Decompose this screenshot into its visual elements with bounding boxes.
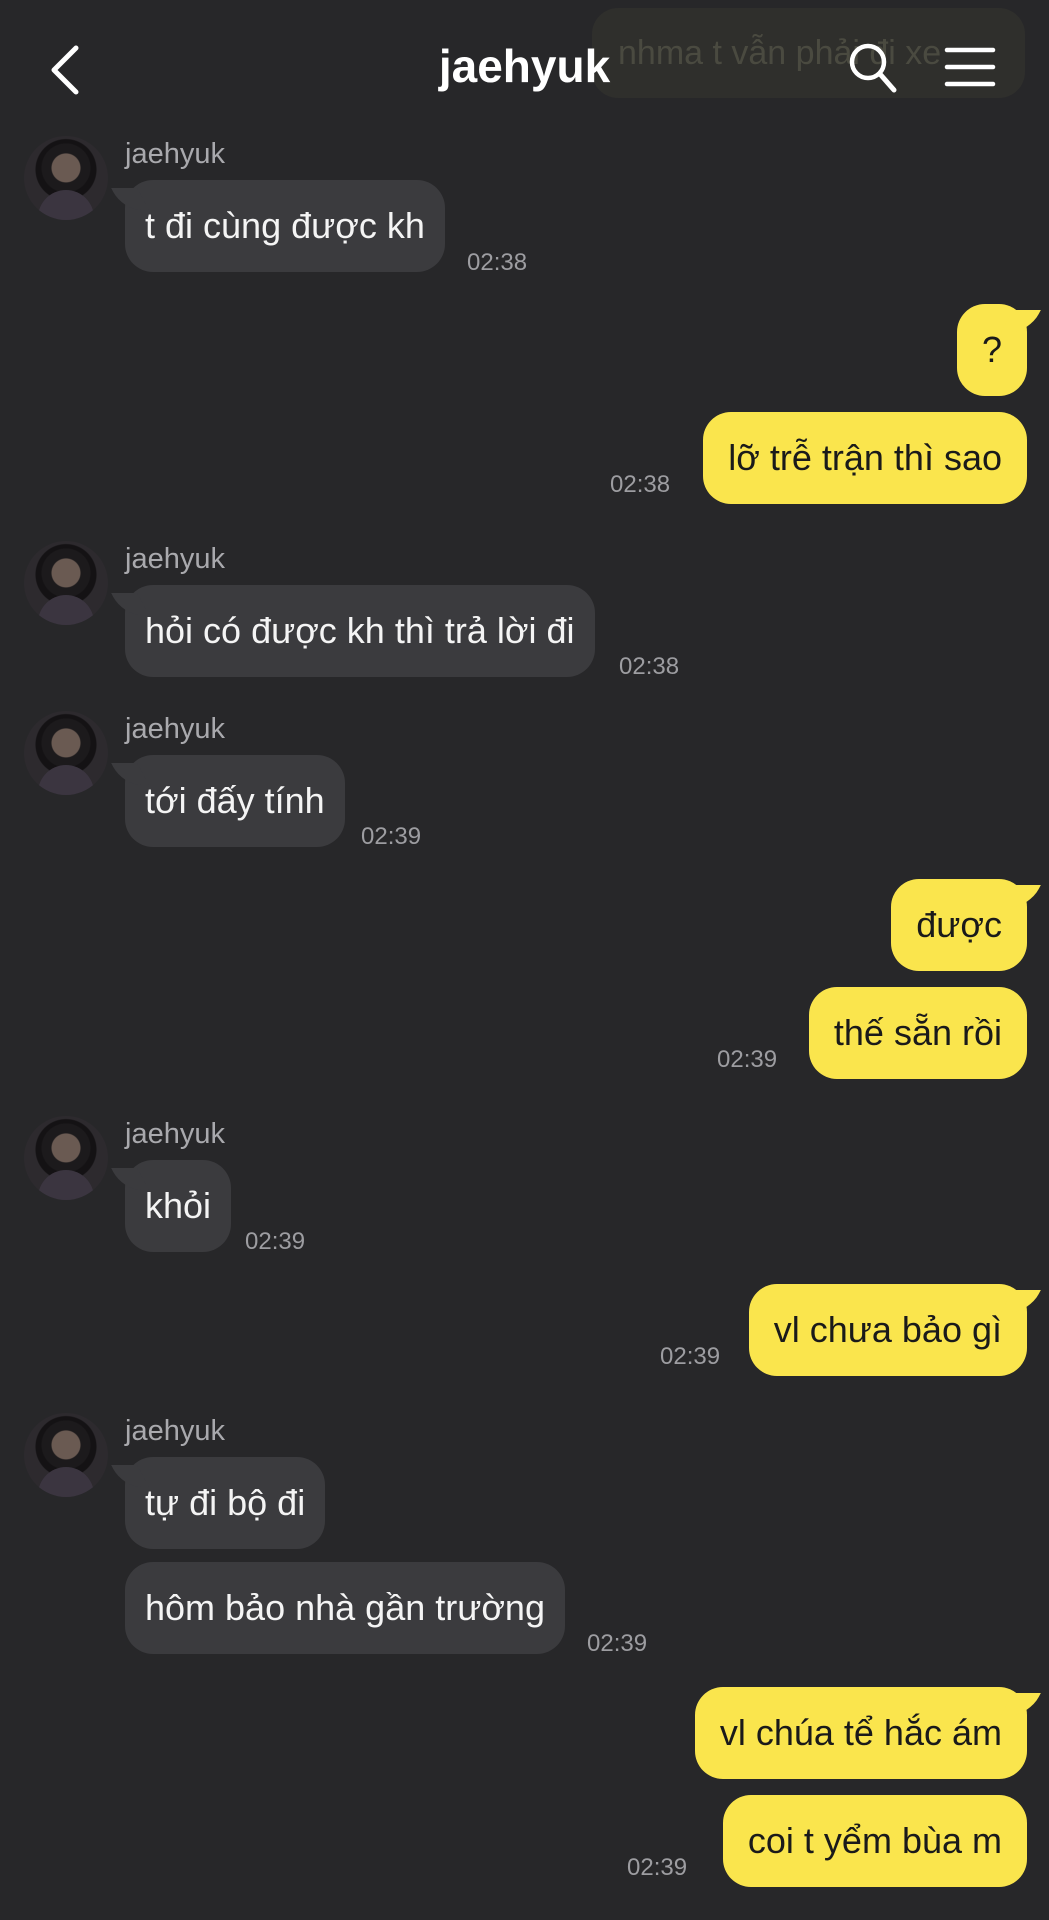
sent-message-bubble[interactable]: được [891,879,1027,971]
sender-name: jaehyuk [125,1415,225,1447]
search-icon[interactable] [846,40,898,94]
avatar[interactable] [24,1116,108,1200]
received-message-bubble[interactable]: hỏi có được kh thì trả lời đi [125,585,595,677]
message-timestamp: 02:39 [587,1630,648,1657]
sender-name: jaehyuk [125,543,225,575]
message-timestamp: 02:39 [361,823,422,850]
sender-name: jaehyuk [125,138,225,170]
chevron-left-icon[interactable] [40,40,90,100]
message-timestamp: 02:38 [467,249,528,276]
sender-name: jaehyuk [125,713,225,745]
sent-message-bubble[interactable]: coi t yểm bùa m [722,1795,1027,1887]
received-message-bubble[interactable]: tới đấy tính [125,755,345,847]
received-message-bubble[interactable]: hôm bảo nhà gần trường [125,1562,565,1654]
message-timestamp: 02:39 [245,1228,306,1255]
sent-message-bubble[interactable]: lỡ trễ trận thì sao [703,412,1027,504]
sent-message-bubble[interactable]: vl chưa bảo gì [748,1284,1027,1376]
received-message-bubble[interactable]: tự đi bộ đi [125,1457,326,1549]
sent-message-bubble[interactable]: ? [956,304,1027,396]
message-timestamp: 02:38 [610,471,671,498]
message-timestamp: 02:39 [717,1046,778,1073]
avatar[interactable] [24,541,108,625]
avatar[interactable] [24,711,108,795]
sent-message-bubble[interactable]: thế sẵn rồi [808,987,1027,1079]
sent-message-bubble[interactable]: vl chúa tể hắc ám [694,1687,1027,1779]
message-timestamp: 02:39 [660,1343,721,1370]
message-timestamp: 02:38 [619,653,680,680]
received-message-bubble[interactable]: khỏi [125,1160,232,1252]
avatar[interactable] [24,1413,108,1497]
received-message-bubble[interactable]: t đi cùng được kh [125,180,445,272]
sender-name: jaehyuk [125,1118,225,1150]
hamburger-menu-icon[interactable] [944,46,996,88]
message-timestamp: 02:39 [627,1854,688,1881]
avatar[interactable] [24,136,108,220]
